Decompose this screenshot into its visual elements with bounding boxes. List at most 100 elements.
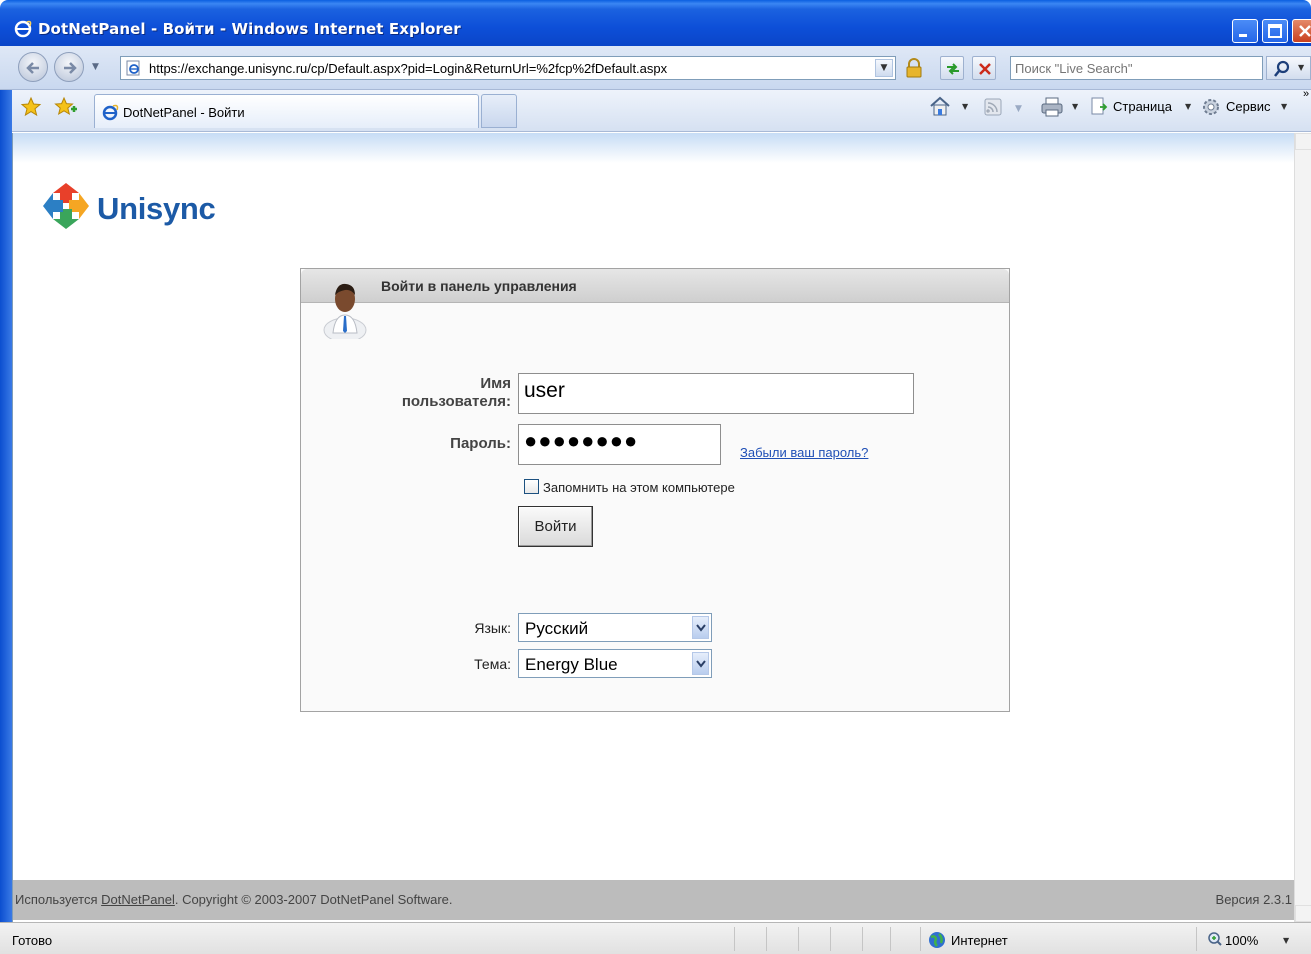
status-divider xyxy=(766,927,767,951)
search-icon xyxy=(1274,60,1290,77)
zoom-dropdown[interactable]: ▼ xyxy=(1283,936,1289,945)
address-toolbar: ▼ https://exchange.unisync.ru/cp/Default… xyxy=(0,46,1311,90)
stop-button[interactable] xyxy=(972,56,996,80)
login-button[interactable]: Войти xyxy=(518,506,593,547)
language-select[interactable]: Русский xyxy=(518,613,712,642)
address-dropdown[interactable]: ▼ xyxy=(875,59,893,77)
tab-label: DotNetPanel - Войти xyxy=(123,105,245,120)
home-icon[interactable] xyxy=(929,96,951,116)
username-field[interactable]: user xyxy=(518,373,914,414)
tab-dotnetpanel[interactable]: DotNetPanel - Войти xyxy=(94,94,479,128)
forward-arrow-icon xyxy=(64,62,77,74)
status-divider xyxy=(1196,927,1197,951)
page-menu-label[interactable]: Страница xyxy=(1113,99,1172,114)
minimize-button[interactable] xyxy=(1232,19,1258,43)
username-value: user xyxy=(524,379,565,402)
url-text: https://exchange.unisync.ru/cp/Default.a… xyxy=(149,61,668,76)
ie-icon xyxy=(14,20,32,38)
remember-me-label[interactable]: Запомнить на этом компьютере xyxy=(543,480,735,495)
back-button[interactable] xyxy=(18,52,48,82)
page-menu-dropdown[interactable]: ▼ xyxy=(1185,102,1191,111)
theme-value: Energy Blue xyxy=(525,655,618,674)
footer-copyright: Используется DotNetPanel. Copyright © 20… xyxy=(15,892,453,907)
username-label-line2: пользователя: xyxy=(401,393,511,410)
scroll-up-button[interactable] xyxy=(1295,133,1311,150)
print-icon[interactable] xyxy=(1040,96,1064,118)
status-divider xyxy=(920,927,921,951)
maximize-button[interactable] xyxy=(1262,19,1288,43)
status-divider xyxy=(798,927,799,951)
language-dropdown-arrow[interactable] xyxy=(692,616,709,639)
security-zone-label[interactable]: Интернет xyxy=(951,933,1008,948)
stop-icon xyxy=(979,63,991,75)
logo-text: Unisync xyxy=(97,191,216,226)
tools-menu-label[interactable]: Сервис xyxy=(1226,99,1271,114)
page-viewport: Unisync Войти в панель управления Имя по… xyxy=(12,133,1294,922)
forward-button[interactable] xyxy=(54,52,84,82)
page-menu-icon[interactable] xyxy=(1089,97,1109,117)
status-divider xyxy=(830,927,831,951)
feeds-icon[interactable] xyxy=(984,98,1002,116)
search-input[interactable] xyxy=(1015,58,1255,78)
tools-gear-icon[interactable] xyxy=(1201,97,1221,117)
refresh-button[interactable] xyxy=(940,56,964,80)
window-title: DotNetPanel - Войти - Windows Internet E… xyxy=(38,20,461,38)
lock-icon[interactable] xyxy=(904,58,924,78)
maximize-icon xyxy=(1268,24,1282,38)
password-value: ●●●●●●●● xyxy=(524,428,639,453)
window-titlebar: DotNetPanel - Войти - Windows Internet E… xyxy=(0,0,1311,46)
forgot-password-link[interactable]: Забыли ваш пароль? xyxy=(740,445,868,460)
print-dropdown[interactable]: ▼ xyxy=(1072,102,1078,111)
language-value: Русский xyxy=(525,619,589,638)
search-options-dropdown[interactable]: ▼ xyxy=(1298,63,1304,72)
new-tab-button[interactable] xyxy=(481,94,517,128)
close-icon xyxy=(1299,25,1311,37)
zoom-level[interactable]: 100% xyxy=(1225,933,1258,948)
feeds-dropdown[interactable]: ▼ xyxy=(1015,104,1022,114)
globe-icon xyxy=(929,932,945,948)
chevron-down-icon xyxy=(696,660,706,668)
page-footer: Используется DotNetPanel. Copyright © 20… xyxy=(13,880,1294,920)
theme-select[interactable]: Energy Blue xyxy=(518,649,712,678)
chevron-down-icon xyxy=(696,624,706,632)
recent-pages-dropdown[interactable]: ▼ xyxy=(92,62,99,72)
footer-version: Версия 2.3.1 xyxy=(1215,892,1292,907)
add-favorites-icon[interactable] xyxy=(54,96,78,118)
status-text: Готово xyxy=(12,933,53,948)
minimize-icon xyxy=(1239,34,1247,37)
ie-icon xyxy=(102,104,119,121)
status-divider xyxy=(890,927,891,951)
username-label-line1: Имя xyxy=(480,375,511,392)
user-avatar-icon xyxy=(323,283,367,339)
address-field[interactable]: https://exchange.unisync.ru/cp/Default.a… xyxy=(120,56,896,80)
login-panel-header: Войти в панель управления xyxy=(301,269,1009,303)
unisync-logo: Unisync xyxy=(39,179,216,236)
login-panel: Войти в панель управления Имя пользовате… xyxy=(300,268,1010,712)
theme-label: Тема: xyxy=(474,656,511,672)
search-button[interactable]: ▼ xyxy=(1266,56,1311,80)
page-header-bar xyxy=(13,133,1294,163)
language-label: Язык: xyxy=(474,620,511,636)
search-field[interactable] xyxy=(1010,56,1263,80)
tab-toolbar: DotNetPanel - Войти ▼ ▼ ▼ Страница ▼ Сер… xyxy=(0,88,1311,132)
password-label: Пароль: xyxy=(450,435,511,452)
home-dropdown[interactable]: ▼ xyxy=(962,102,968,111)
vertical-scrollbar[interactable] xyxy=(1294,133,1311,922)
scroll-down-button[interactable] xyxy=(1295,905,1311,922)
status-divider xyxy=(734,927,735,951)
theme-dropdown-arrow[interactable] xyxy=(692,652,709,675)
tools-menu-dropdown[interactable]: ▼ xyxy=(1281,102,1287,111)
footer-prefix: Используется xyxy=(15,892,102,907)
login-title: Войти в панель управления xyxy=(381,278,577,294)
favorites-star-icon[interactable] xyxy=(20,96,42,118)
password-field[interactable]: ●●●●●●●● xyxy=(518,424,721,465)
dotnetpanel-link[interactable]: DotNetPanel xyxy=(101,892,175,907)
back-arrow-icon xyxy=(26,62,39,74)
zoom-icon[interactable] xyxy=(1207,931,1223,947)
username-label: Имя пользователя: xyxy=(361,375,511,411)
toolbar-overflow-chevron[interactable]: » xyxy=(1303,88,1309,100)
footer-suffix: . Copyright © 2003-2007 DotNetPanel Soft… xyxy=(174,892,453,907)
close-button[interactable] xyxy=(1292,19,1311,43)
remember-me-checkbox[interactable] xyxy=(524,479,539,494)
status-bar: Готово Интернет 100% ▼ xyxy=(0,922,1311,954)
